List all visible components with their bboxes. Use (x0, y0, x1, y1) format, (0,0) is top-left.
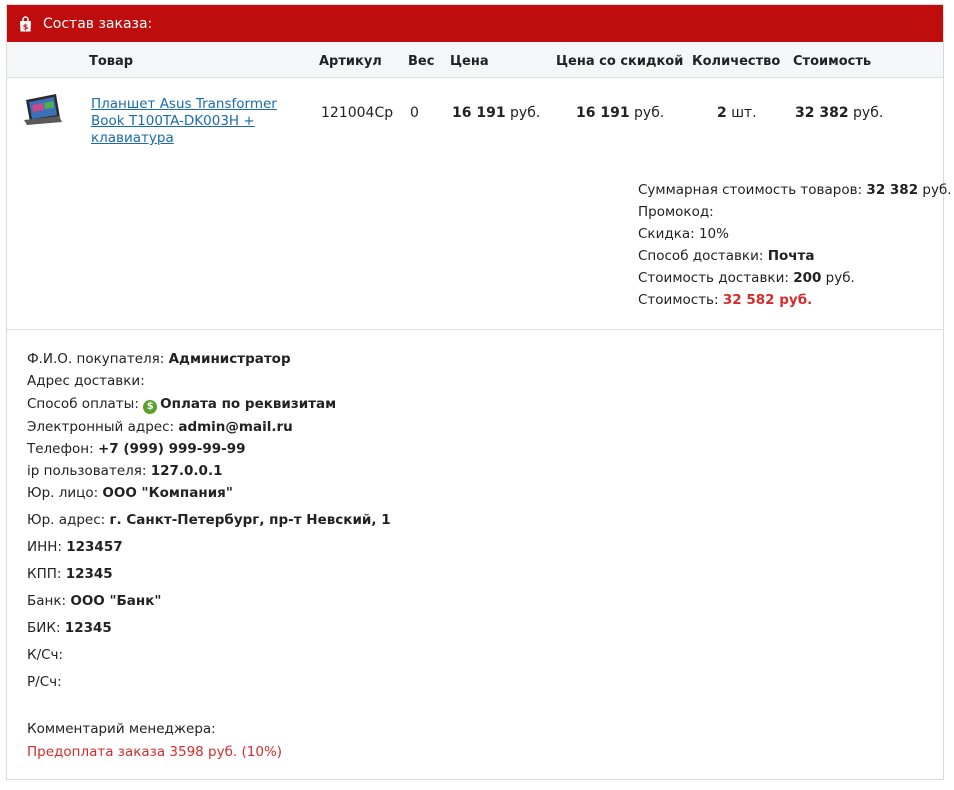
discount: Скидка: 10% (638, 226, 729, 242)
quantity-value: 2 шт. (717, 105, 757, 121)
col-weight: Вес (408, 54, 435, 69)
col-article: Артикул (319, 54, 382, 69)
order-header: $ Состав заказа: (7, 5, 943, 42)
discount-price-value: 16 191 руб. (576, 105, 665, 121)
dollar-icon: $ (143, 400, 158, 414)
settlement-account: Р/Сч: (27, 674, 62, 690)
price-value: 16 191 руб. (452, 105, 541, 121)
order-panel: $ Состав заказа: Товар Артикул Вес Цена … (6, 4, 952, 780)
order-title: Состав заказа: (43, 15, 153, 32)
customer-name: Ф.И.О. покупателя: Администратор (27, 351, 291, 367)
col-product: Товар (89, 54, 134, 69)
col-price: Цена (450, 54, 489, 69)
order-total: Стоимость: 32 582 руб. (638, 292, 813, 308)
inn: ИНН: 123457 (27, 539, 123, 555)
goods-total: Суммарная стоимость товаров: 32 382 руб. (638, 182, 952, 198)
user-ip: ip пользователя: 127.0.0.1 (27, 463, 223, 479)
bank: Банк: ООО "Банк" (27, 593, 162, 609)
delivery-cost: Стоимость доставки: 200 руб. (638, 270, 855, 286)
weight-value: 0 (410, 105, 419, 121)
svg-text:$: $ (23, 22, 29, 31)
correspondent-account: К/Сч: (27, 647, 64, 663)
section-divider (7, 329, 943, 330)
col-total: Стоимость (793, 54, 872, 69)
delivery-method: Способ доставки: Почта (638, 248, 815, 264)
table-row: Планшет Asus Transformer Book T100TA-DK0… (7, 78, 943, 156)
payment-method: Способ оплаты: $ Оплата по реквизитам (27, 396, 337, 414)
legal-address: Юр. адрес: г. Санкт-Петербург, пр-т Невс… (27, 512, 391, 528)
product-link[interactable]: Планшет Asus Transformer Book T100TA-DK0… (91, 96, 306, 147)
article-value: 121004Ср (321, 105, 394, 121)
phone: Телефон: +7 (999) 999-99-99 (27, 441, 246, 457)
delivery-address: Адрес доставки: (27, 373, 145, 389)
table-header: Товар Артикул Вес Цена Цена со скидкой К… (7, 42, 943, 78)
col-discount-price: Цена со скидкой (556, 54, 684, 69)
col-quantity: Количество (692, 54, 781, 69)
manager-comment-text: Предоплата заказа 3598 руб. (10%) (27, 744, 283, 760)
bik: БИК: 12345 (27, 620, 112, 636)
total-value: 32 382 руб. (795, 105, 884, 121)
order-summary: Суммарная стоимость товаров: 32 382 руб.… (638, 179, 952, 311)
manager-comment-label: Комментарий менеджера: (27, 721, 216, 737)
shopping-bag-icon: $ (20, 15, 31, 31)
email: Электронный адрес: admin@mail.ru (27, 419, 293, 435)
kpp: КПП: 12345 (27, 566, 113, 582)
promo-code: Промокод: (638, 204, 714, 220)
tablet-thumbnail[interactable] (23, 91, 63, 126)
legal-entity: Юр. лицо: ООО "Компания" (27, 485, 233, 501)
